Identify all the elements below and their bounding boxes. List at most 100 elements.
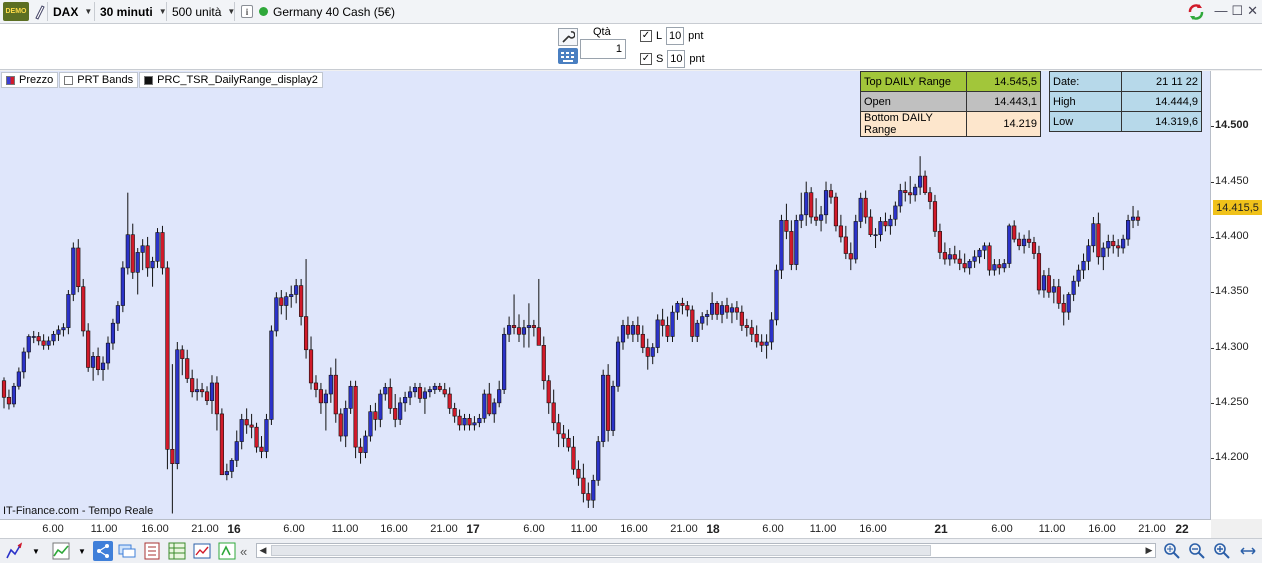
- chat-icon[interactable]: [118, 542, 136, 560]
- candle: [323, 389, 328, 431]
- draw-icon[interactable]: [5, 542, 23, 560]
- zoom-out-icon[interactable]: [1188, 542, 1206, 560]
- candle-body: [219, 413, 224, 476]
- candle-body: [1002, 263, 1007, 269]
- candle-body: [36, 336, 41, 342]
- candle-body: [155, 232, 160, 262]
- legend-item-daily-range[interactable]: PRC_TSR_DailyRange_display2: [139, 72, 323, 88]
- price-chart[interactable]: Prezzo PRT Bands PRC_TSR_DailyRange_disp…: [0, 71, 1211, 519]
- short-checkbox[interactable]: ✓: [640, 53, 652, 65]
- candle-body: [284, 296, 289, 306]
- long-points-input[interactable]: [666, 27, 685, 45]
- candle: [1071, 275, 1076, 302]
- caret-down-icon[interactable]: ▼: [78, 542, 88, 560]
- candle-body: [81, 286, 86, 332]
- candle: [967, 259, 972, 275]
- candle-body: [913, 186, 918, 196]
- legend-item-prezzo[interactable]: Prezzo: [1, 72, 59, 88]
- candle: [1012, 220, 1017, 243]
- legend-swatch: [6, 75, 15, 85]
- scroll-thumb[interactable]: [271, 545, 931, 556]
- candle: [259, 436, 264, 459]
- qty-input[interactable]: [580, 39, 626, 59]
- candle: [818, 205, 824, 232]
- scroll-left-icon[interactable]: ◀: [257, 544, 269, 557]
- indicator-icon[interactable]: [52, 542, 70, 560]
- bottom-range-row: Bottom DAILY Range 14.219: [860, 111, 1041, 137]
- window-controls: — ☐ ✕: [1214, 3, 1258, 19]
- candle: [1130, 205, 1136, 229]
- candle: [289, 285, 294, 308]
- instrument-selector[interactable]: DAX ▼: [53, 0, 92, 23]
- candle-body: [417, 387, 423, 399]
- candle: [952, 245, 957, 264]
- zoom-fit-icon[interactable]: [1163, 542, 1181, 560]
- candle-body: [611, 385, 616, 431]
- timeframe-selector[interactable]: 30 minuti ▼: [100, 0, 167, 23]
- candle-body: [823, 190, 829, 216]
- candle-body: [937, 231, 943, 253]
- candle: [373, 402, 378, 431]
- candle-body: [1, 380, 7, 398]
- candle: [561, 424, 566, 448]
- positions-icon[interactable]: [218, 542, 236, 560]
- candle: [710, 292, 715, 320]
- expand-icon[interactable]: [1239, 542, 1257, 560]
- share-icon[interactable]: [93, 541, 113, 561]
- keypad-icon[interactable]: [558, 48, 578, 64]
- candle: [1135, 210, 1141, 226]
- legend-item-prt-bands[interactable]: PRT Bands: [59, 72, 139, 88]
- candle-body: [1101, 247, 1106, 258]
- candle-body: [199, 389, 205, 393]
- candle-body: [982, 245, 987, 251]
- wrench-icon[interactable]: [558, 28, 578, 46]
- candle-body: [46, 340, 51, 346]
- candle: [1096, 212, 1101, 265]
- candle: [110, 318, 116, 350]
- candle-body: [6, 397, 12, 405]
- candle-body: [729, 307, 735, 313]
- candle-body: [645, 347, 650, 357]
- candle-body: [814, 216, 819, 221]
- units-selector[interactable]: 500 unità ▼: [172, 0, 235, 23]
- caret-down-icon[interactable]: ▼: [32, 542, 42, 560]
- candle-body: [452, 408, 457, 417]
- candle-body: [1121, 238, 1126, 249]
- candle: [903, 181, 908, 202]
- orders-icon[interactable]: [143, 542, 161, 560]
- candle-body: [264, 419, 269, 452]
- alerts-icon[interactable]: [193, 542, 211, 560]
- candle: [531, 319, 536, 337]
- close-icon[interactable]: ✕: [1247, 3, 1258, 19]
- candle-body: [878, 221, 883, 236]
- candle-body: [1086, 245, 1091, 262]
- info-icon[interactable]: i: [241, 5, 253, 18]
- time-axis[interactable]: 6.00 11.00 16.00 21.00 16 6.00 11.00 16.00 21.00…: [0, 519, 1211, 538]
- candle: [412, 382, 418, 398]
- pen-icon[interactable]: [33, 0, 45, 23]
- instrument-label: DAX: [53, 4, 79, 19]
- candle-body: [809, 192, 814, 218]
- candle-body: [185, 358, 190, 379]
- candle: [1106, 234, 1111, 257]
- candle-body: [289, 294, 294, 297]
- short-points-input[interactable]: [667, 50, 686, 68]
- long-checkbox[interactable]: ✓: [640, 30, 652, 42]
- candle: [913, 183, 918, 202]
- candle: [947, 247, 952, 266]
- refresh-icon[interactable]: [1186, 2, 1206, 22]
- chart-scrollbar[interactable]: ◀ ▶: [256, 543, 1156, 558]
- caret-down-icon: ▼: [84, 7, 93, 16]
- candle-body: [818, 214, 824, 221]
- zoom-in-icon[interactable]: [1213, 542, 1231, 560]
- scroll-right-icon[interactable]: ▶: [1143, 544, 1155, 557]
- screener-icon[interactable]: [168, 542, 186, 560]
- candle: [724, 297, 730, 319]
- candle: [655, 314, 660, 354]
- minimize-icon[interactable]: —: [1214, 3, 1227, 19]
- top-range-label: Top DAILY Range: [860, 71, 967, 92]
- maximize-icon[interactable]: ☐: [1231, 3, 1243, 19]
- candle: [665, 316, 670, 343]
- short-label: S: [656, 53, 664, 65]
- price-axis[interactable]: 14.500 14.450 14.400 14.350 14.300 14.250 14.2…: [1211, 71, 1262, 519]
